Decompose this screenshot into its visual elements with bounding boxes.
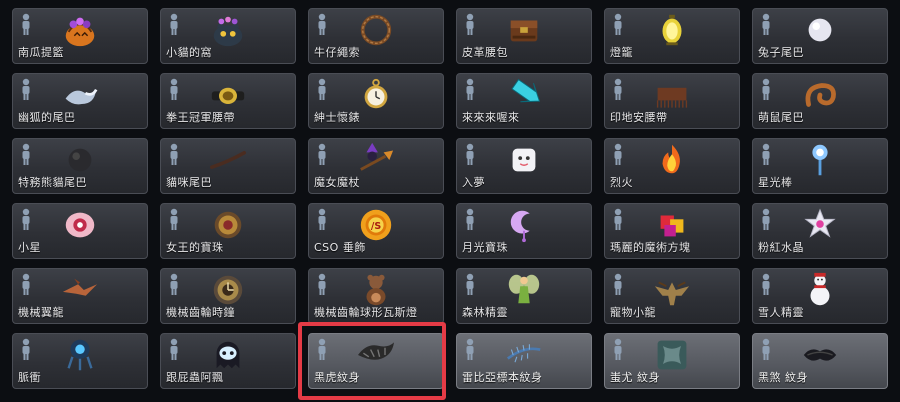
item-label: 粉紅水晶 (758, 241, 804, 254)
item-label: 燈籠 (610, 46, 633, 59)
item-tile[interactable]: 機械翼龍 (12, 268, 148, 324)
item-tile[interactable]: 貓咪尾巴 (160, 138, 296, 194)
item-label: 寵物小龍 (610, 306, 656, 319)
item-tile[interactable]: 魔女魔杖 (308, 138, 444, 194)
item-label: 萌鼠尾巴 (758, 111, 804, 124)
item-tile[interactable]: 烈火 (604, 138, 740, 194)
item-grid: 南瓜提籃 小貓的窩 牛仔繩索 皮革腰包 燈籠 兔子尾巴幽狐的尾巴 拳王冠軍腰帶 紳士懷錶 來來來… (0, 0, 900, 402)
item-label: 來來來喔來 (462, 111, 520, 124)
item-tile[interactable]: 機械齒輪球形瓦斯燈 (308, 268, 444, 324)
item-tile[interactable]: 牛仔繩索 (308, 8, 444, 64)
item-label: 森林精靈 (462, 306, 508, 319)
item-label: 機械齒輪球形瓦斯燈 (314, 306, 418, 319)
item-tile[interactable]: /S CSO 垂飾 (308, 203, 444, 259)
item-tile[interactable]: 入夢 (456, 138, 592, 194)
item-tile[interactable]: 月光寶珠 (456, 203, 592, 259)
item-label: 小星 (18, 241, 41, 254)
item-label: 入夢 (462, 176, 485, 189)
item-tile[interactable]: 燈籠 (604, 8, 740, 64)
item-label: 月光寶珠 (462, 241, 508, 254)
item-label: 星光棒 (758, 176, 793, 189)
item-tile[interactable]: 萌鼠尾巴 (752, 73, 888, 129)
item-label: 黑煞 紋身 (758, 371, 808, 384)
item-tile[interactable]: 雷比亞標本紋身 (456, 333, 592, 389)
item-tile[interactable]: 來來來喔來 (456, 73, 592, 129)
item-tile[interactable]: 寵物小龍 (604, 268, 740, 324)
item-tile[interactable]: 黑虎紋身 (308, 333, 444, 389)
item-label: 印地安腰帶 (610, 111, 668, 124)
item-tile[interactable]: 兔子尾巴 (752, 8, 888, 64)
item-label: 機械齒輪時鐘 (166, 306, 235, 319)
item-label: 牛仔繩索 (314, 46, 360, 59)
item-tile[interactable]: 森林精靈 (456, 268, 592, 324)
item-label: 拳王冠軍腰帶 (166, 111, 235, 124)
item-tile[interactable]: 機械齒輪時鐘 (160, 268, 296, 324)
item-label: 魔女魔杖 (314, 176, 360, 189)
item-tile[interactable]: 星光棒 (752, 138, 888, 194)
item-tile[interactable]: 紳士懷錶 (308, 73, 444, 129)
item-tile[interactable]: 小貓的窩 (160, 8, 296, 64)
item-label: 機械翼龍 (18, 306, 64, 319)
item-label: 跟屁蟲阿飄 (166, 371, 224, 384)
item-tile[interactable]: 跟屁蟲阿飄 (160, 333, 296, 389)
item-tile[interactable]: 黑煞 紋身 (752, 333, 888, 389)
item-label: 女王的寶珠 (166, 241, 224, 254)
item-label: 蚩尤 紋身 (610, 371, 660, 384)
item-label: 雷比亞標本紋身 (462, 371, 543, 384)
item-tile[interactable]: 粉紅水晶 (752, 203, 888, 259)
item-label: 紳士懷錶 (314, 111, 360, 124)
item-label: 瑪麗的魔術方塊 (610, 241, 691, 254)
item-tile[interactable]: 幽狐的尾巴 (12, 73, 148, 129)
svg-text:/S: /S (371, 221, 381, 232)
item-tile[interactable]: 特務熊貓尾巴 (12, 138, 148, 194)
item-tile[interactable]: 女王的寶珠 (160, 203, 296, 259)
item-label: 貓咪尾巴 (166, 176, 212, 189)
item-label: 幽狐的尾巴 (18, 111, 76, 124)
item-label: 皮革腰包 (462, 46, 508, 59)
item-label: 脈衝 (18, 371, 41, 384)
item-label: 特務熊貓尾巴 (18, 176, 87, 189)
item-label: 烈火 (610, 176, 633, 189)
item-tile[interactable]: 拳王冠軍腰帶 (160, 73, 296, 129)
item-tile[interactable]: 脈衝 (12, 333, 148, 389)
item-tile[interactable]: 印地安腰帶 (604, 73, 740, 129)
item-tile[interactable]: 蚩尤 紋身 (604, 333, 740, 389)
item-tile[interactable]: 皮革腰包 (456, 8, 592, 64)
item-label: 黑虎紋身 (314, 371, 360, 384)
item-label: 南瓜提籃 (18, 46, 64, 59)
item-label: CSO 垂飾 (314, 241, 366, 254)
item-tile[interactable]: 小星 (12, 203, 148, 259)
item-tile[interactable]: 瑪麗的魔術方塊 (604, 203, 740, 259)
item-label: 小貓的窩 (166, 46, 212, 59)
item-label: 兔子尾巴 (758, 46, 804, 59)
item-label: 雪人精靈 (758, 306, 804, 319)
item-tile[interactable]: 雪人精靈 (752, 268, 888, 324)
item-tile[interactable]: 南瓜提籃 (12, 8, 148, 64)
